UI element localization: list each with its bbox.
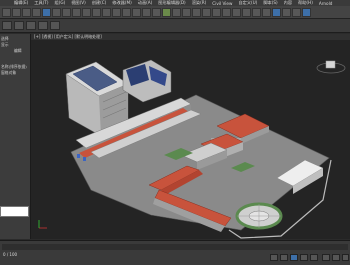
timeline-slider[interactable]	[2, 244, 348, 250]
axis-gizmo-icon	[38, 220, 47, 229]
secondary-toolbar	[0, 19, 350, 33]
spinner-snap-icon[interactable]	[192, 7, 201, 17]
render-frame-icon[interactable]	[292, 7, 301, 17]
selection-tab-icon[interactable]	[26, 21, 36, 30]
scene-render	[38, 59, 346, 239]
populate-tab-icon[interactable]	[50, 21, 60, 30]
bottom-bar: 0 / 100	[0, 240, 350, 265]
viewcube-icon[interactable]	[316, 60, 346, 74]
material-editor-icon[interactable]	[272, 7, 281, 17]
zoom-icon[interactable]	[322, 254, 330, 261]
previous-frame-icon[interactable]	[280, 254, 288, 261]
select-manipulate-icon[interactable]	[142, 7, 151, 17]
modeling-tab-icon[interactable]	[2, 21, 12, 30]
move-icon[interactable]	[82, 7, 91, 17]
scale-icon[interactable]	[102, 7, 111, 17]
object-paint-tab-icon[interactable]	[38, 21, 48, 30]
orbit-icon[interactable]	[342, 254, 349, 261]
play-icon[interactable]	[290, 254, 298, 261]
align-icon[interactable]	[222, 7, 231, 17]
schematic-view-icon[interactable]	[262, 7, 271, 17]
curve-editor-icon[interactable]	[252, 7, 261, 17]
main-toolbar	[0, 6, 350, 19]
angle-snap-icon[interactable]	[172, 7, 181, 17]
named-selection-icon[interactable]	[202, 7, 211, 17]
scene-explorer-tab-edit[interactable]: 编辑	[14, 48, 22, 54]
search-input[interactable]	[0, 206, 29, 217]
undo-icon[interactable]	[2, 7, 11, 17]
tower-building	[122, 59, 172, 103]
menu-item-civil-view[interactable]: Civil View	[212, 1, 232, 6]
perspective-viewport[interactable]	[31, 40, 350, 239]
graphite-icon[interactable]	[242, 7, 251, 17]
mirror-icon[interactable]	[212, 7, 221, 17]
select-by-name-icon[interactable]	[52, 7, 61, 17]
scene-explorer-tab-display[interactable]: 显示	[1, 42, 9, 48]
percent-snap-icon[interactable]	[182, 7, 191, 17]
layer-icon[interactable]	[232, 7, 241, 17]
place-icon[interactable]	[112, 7, 121, 17]
scene-explorer: 选择 显示 编辑 名称(排序依据) 窗格对象	[0, 34, 31, 239]
link-icon[interactable]	[22, 7, 31, 17]
keyboard-shortcut-icon[interactable]	[152, 7, 161, 17]
go-to-end-icon[interactable]	[310, 254, 318, 261]
render-setup-icon[interactable]	[282, 7, 291, 17]
next-frame-icon[interactable]	[300, 254, 308, 261]
render-icon[interactable]	[302, 7, 311, 17]
freeform-tab-icon[interactable]	[14, 21, 24, 30]
reference-coord-icon[interactable]	[122, 7, 131, 17]
go-to-start-icon[interactable]	[270, 254, 278, 261]
frame-counter: 0 / 100	[3, 252, 18, 257]
unlink-icon[interactable]	[32, 7, 41, 17]
circular-plaza	[235, 202, 283, 230]
pan-icon[interactable]	[332, 254, 340, 261]
snap-icon[interactable]	[162, 7, 171, 17]
redo-icon[interactable]	[12, 7, 21, 17]
window-crossing-icon[interactable]	[72, 7, 81, 17]
menu-item-arnold[interactable]: Arnold	[319, 1, 333, 6]
rotate-icon[interactable]	[92, 7, 101, 17]
select-object-icon[interactable]	[42, 7, 51, 17]
scene-explorer-item[interactable]: 窗格对象	[1, 70, 16, 76]
rect-select-icon[interactable]	[62, 7, 71, 17]
pivot-icon[interactable]	[132, 7, 141, 17]
